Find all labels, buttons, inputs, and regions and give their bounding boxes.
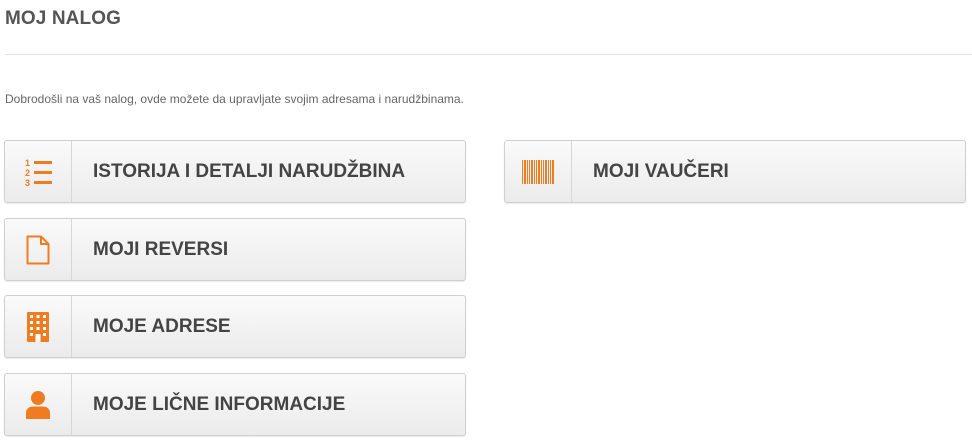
order-history-label: ISTORIJA I DETALJI NARUDŽBINA bbox=[93, 160, 406, 182]
building-icon bbox=[5, 296, 72, 357]
user-icon bbox=[5, 374, 72, 435]
svg-text:3: 3 bbox=[25, 178, 30, 187]
addresses-tile[interactable]: MOJE ADRESE bbox=[4, 295, 466, 358]
header-divider bbox=[5, 54, 972, 55]
barcode-icon bbox=[505, 141, 572, 202]
numbered-list-icon: 1 2 3 bbox=[5, 141, 72, 202]
vouchers-label: MOJI VAUČERI bbox=[593, 160, 729, 182]
personal-info-tile[interactable]: MOJE LIČNE INFORMACIJE bbox=[4, 373, 466, 436]
personal-info-label: MOJE LIČNE INFORMACIJE bbox=[93, 393, 346, 415]
addresses-label: MOJE ADRESE bbox=[93, 315, 231, 337]
page-title: MOJ NALOG bbox=[5, 8, 121, 29]
order-history-tile[interactable]: 1 2 3 ISTORIJA I DETALJI NARUDŽBINA bbox=[4, 140, 466, 203]
svg-text:2: 2 bbox=[25, 168, 30, 178]
svg-text:1: 1 bbox=[25, 158, 30, 168]
vouchers-tile[interactable]: MOJI VAUČERI bbox=[504, 140, 966, 203]
welcome-text: Dobrodošli na vaš nalog, ovde možete da … bbox=[5, 92, 464, 106]
document-icon bbox=[5, 219, 72, 280]
reversi-label: MOJI REVERSI bbox=[93, 238, 229, 260]
reversi-tile[interactable]: MOJI REVERSI bbox=[4, 218, 466, 281]
